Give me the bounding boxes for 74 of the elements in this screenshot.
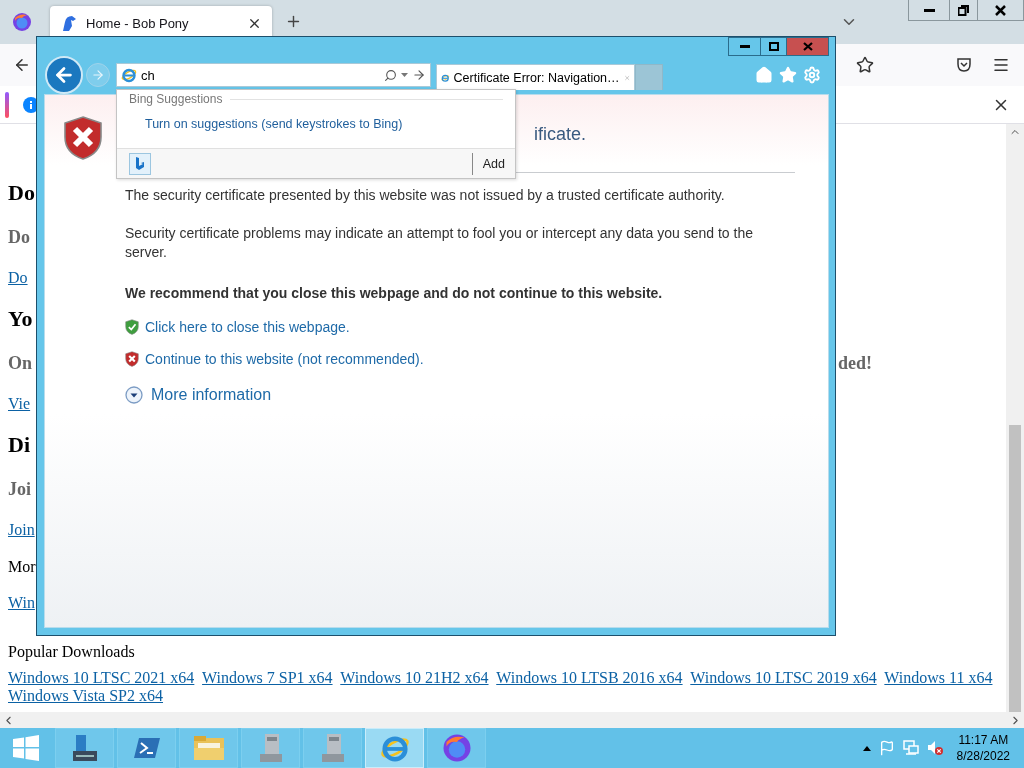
page-heading: Yo [8, 306, 33, 331]
address-field[interactable]: ch [116, 63, 431, 87]
chevron-circle-icon[interactable] [125, 386, 143, 404]
menu-icon[interactable] [992, 56, 1010, 74]
speaker-muted-icon[interactable] [926, 740, 943, 756]
page-link[interactable]: Join [8, 521, 35, 538]
download-link[interactable]: Windows 10 LTSC 2019 x64 [690, 669, 877, 686]
page-e-icon [121, 67, 137, 83]
clock-date[interactable]: 8/28/2022 [956, 748, 1010, 764]
browser-globe-icon [441, 733, 472, 763]
page-link[interactable]: Vie [8, 395, 31, 412]
page-text: Mor [8, 557, 36, 575]
recommendation-text: We recommend that you close this webpage and do not continue to this website. [125, 284, 663, 303]
caret-icon[interactable] [401, 73, 408, 77]
folder-icon [192, 734, 225, 762]
download-link[interactable]: Windows 11 x64 [884, 669, 993, 686]
minimize-button[interactable] [908, 0, 950, 21]
taskbar-app-button[interactable] [427, 728, 486, 768]
page-subheading: Joi [8, 478, 31, 499]
page-subheading: ded! [838, 352, 873, 374]
dropdown-header: Bing Suggestions [129, 92, 223, 106]
star-icon[interactable] [856, 56, 874, 74]
vertical-scrollbar[interactable] [1006, 124, 1024, 712]
page-heading: Di [8, 432, 30, 457]
error-paragraph: Security certificate problems may indicate an attempt to fool you or intercept any data you send to the server. [125, 224, 754, 262]
restore-icon [958, 4, 969, 16]
action-link[interactable]: Continue to this website (not recommended). [145, 351, 424, 367]
horizontal-scrollbar[interactable] [0, 712, 1024, 728]
action-link[interactable]: Click here to close this webpage. [145, 319, 350, 335]
page-link[interactable]: Win [8, 594, 35, 611]
close-icon [802, 42, 813, 51]
search-icon[interactable] [384, 68, 397, 82]
search-provider-button[interactable] [129, 152, 151, 175]
download-link[interactable]: Windows 10 21H2 x64 [340, 669, 489, 686]
pony-icon [60, 14, 78, 32]
download-link[interactable]: Windows Vista SP2 x64 [8, 687, 163, 704]
shield-check-icon [125, 318, 139, 336]
back-button[interactable] [45, 56, 83, 94]
download-link[interactable]: Windows 7 SP1 x64 [202, 669, 333, 686]
error-paragraph: The security certificate presented by this website was not issued by a trusted certificate authority. [125, 186, 725, 205]
taskbar-app-button[interactable] [365, 728, 424, 768]
page-heading: Do [8, 180, 35, 205]
page-subheading: Do [8, 226, 30, 247]
browser-e-icon [379, 733, 410, 763]
forward-arrow-icon [91, 68, 105, 82]
clock-time[interactable]: 11:17 AM [958, 732, 1009, 748]
add-button[interactable]: Add [482, 156, 505, 171]
maximize-icon [768, 42, 779, 51]
page-link[interactable]: Do [8, 269, 28, 286]
b-letter-icon [135, 156, 145, 171]
caret-up-icon[interactable] [862, 745, 871, 751]
error-title: ificate. [534, 123, 587, 146]
taskbar-app-button[interactable] [55, 728, 114, 768]
download-link[interactable]: Windows 10 LTSC 2021 x64 [8, 669, 195, 686]
minimize-icon [923, 8, 935, 12]
pocket-icon[interactable] [956, 57, 972, 73]
terminal-icon [132, 736, 161, 760]
address-input[interactable]: ch [141, 67, 380, 83]
browser-tab[interactable]: Certificate Error: Navigation… [436, 64, 635, 90]
maximize-button[interactable] [760, 37, 787, 56]
browser-logo-icon[interactable] [12, 12, 32, 32]
close-icon [995, 4, 1006, 16]
suggestions-link[interactable]: Turn on suggestions (send keystrokes to Bing) [145, 117, 403, 131]
windows-logo-icon [13, 735, 39, 761]
section-title: Popular Downloads [8, 642, 135, 661]
download-link[interactable]: Windows 10 LTSB 2016 x64 [496, 669, 683, 686]
minimize-button[interactable] [728, 37, 761, 56]
shield-error-icon [63, 115, 103, 161]
shield-error-icon [125, 350, 139, 368]
taskbar-app-button[interactable] [117, 728, 176, 768]
more-information-link[interactable]: More information [151, 386, 272, 404]
new-tab-icon[interactable] [285, 13, 302, 30]
close-button[interactable] [977, 0, 1024, 21]
page-subheading: On [8, 352, 32, 373]
